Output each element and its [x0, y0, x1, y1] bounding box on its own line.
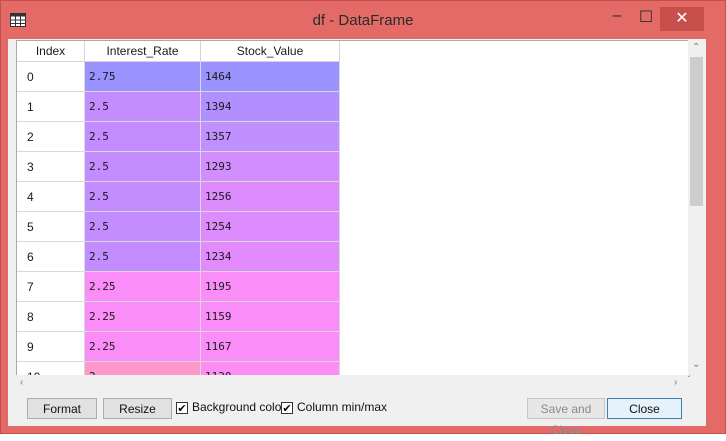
row-index-cell[interactable]: 7: [17, 272, 85, 302]
interest-rate-cell[interactable]: 2.5: [85, 152, 201, 182]
interest-rate-cell[interactable]: 2.25: [85, 272, 201, 302]
background-color-label: Background color: [192, 400, 286, 414]
row-index-cell[interactable]: 1: [17, 92, 85, 122]
scroll-up-icon[interactable]: ⌃: [692, 42, 700, 53]
row-index-cell[interactable]: 3: [17, 152, 85, 182]
close-button[interactable]: Close: [607, 398, 682, 419]
stock-value-cell[interactable]: 1234: [201, 242, 340, 272]
stock-value-cell[interactable]: 1357: [201, 122, 340, 152]
minimize-icon: –: [612, 7, 622, 24]
stock-value-cell[interactable]: 1159: [201, 302, 340, 332]
minimize-button[interactable]: –: [602, 7, 632, 31]
row-index-cell[interactable]: 9: [17, 332, 85, 362]
checkmark-icon: ✔: [177, 403, 187, 415]
save-and-close-button[interactable]: Save and Close: [527, 398, 605, 437]
dataframe-table[interactable]: Index Interest_Rate Stock_Value 0 2.75 146…: [16, 40, 690, 377]
maximize-icon: ☐: [638, 9, 654, 26]
resize-button[interactable]: Resize: [103, 398, 172, 419]
column-minmax-checkbox[interactable]: ✔: [281, 402, 293, 415]
stock-value-cell[interactable]: 1254: [201, 212, 340, 242]
horizontal-scrollbar[interactable]: ‹ ›: [16, 375, 688, 392]
column-header-interest-rate[interactable]: Interest_Rate: [85, 41, 201, 62]
stock-value-cell[interactable]: 1464: [201, 62, 340, 92]
format-button[interactable]: Format: [27, 398, 97, 419]
row-index-cell[interactable]: 0: [17, 62, 85, 92]
row-index-cell[interactable]: 8: [17, 302, 85, 332]
title-bar[interactable]: df - DataFrame – ☐ ✕: [1, 1, 725, 41]
stock-value-cell[interactable]: 1167: [201, 332, 340, 362]
column-minmax-label: Column min/max: [297, 400, 388, 414]
background-color-checkbox[interactable]: ✔: [176, 402, 188, 415]
interest-rate-cell[interactable]: 2.25: [85, 332, 201, 362]
vertical-scroll-thumb[interactable]: [690, 57, 703, 206]
interest-rate-cell[interactable]: 2.5: [85, 92, 201, 122]
interest-rate-cell[interactable]: 2.5: [85, 182, 201, 212]
row-index-cell[interactable]: 6: [17, 242, 85, 272]
interest-rate-cell[interactable]: 2.5: [85, 122, 201, 152]
row-index-cell[interactable]: 5: [17, 212, 85, 242]
scroll-right-icon[interactable]: ›: [674, 377, 677, 388]
scroll-left-icon[interactable]: ‹: [20, 377, 23, 388]
scroll-down-icon[interactable]: ⌄: [692, 359, 700, 370]
column-header-stock-value[interactable]: Stock_Value: [201, 41, 340, 62]
close-window-button[interactable]: ✕: [660, 7, 704, 31]
interest-rate-cell[interactable]: 2.25: [85, 302, 201, 332]
checkmark-icon: ✔: [282, 403, 292, 415]
column-header-index[interactable]: Index: [17, 41, 85, 62]
row-index-cell[interactable]: 2: [17, 122, 85, 152]
stock-value-cell[interactable]: 1256: [201, 182, 340, 212]
interest-rate-cell[interactable]: 2.5: [85, 242, 201, 272]
stock-value-cell[interactable]: 1293: [201, 152, 340, 182]
stock-value-cell[interactable]: 1195: [201, 272, 340, 302]
stock-value-cell[interactable]: 1394: [201, 92, 340, 122]
close-icon: ✕: [675, 10, 689, 27]
row-index-cell[interactable]: 4: [17, 182, 85, 212]
interest-rate-cell[interactable]: 2.75: [85, 62, 201, 92]
interest-rate-cell[interactable]: 2.5: [85, 212, 201, 242]
maximize-button[interactable]: ☐: [632, 7, 660, 31]
